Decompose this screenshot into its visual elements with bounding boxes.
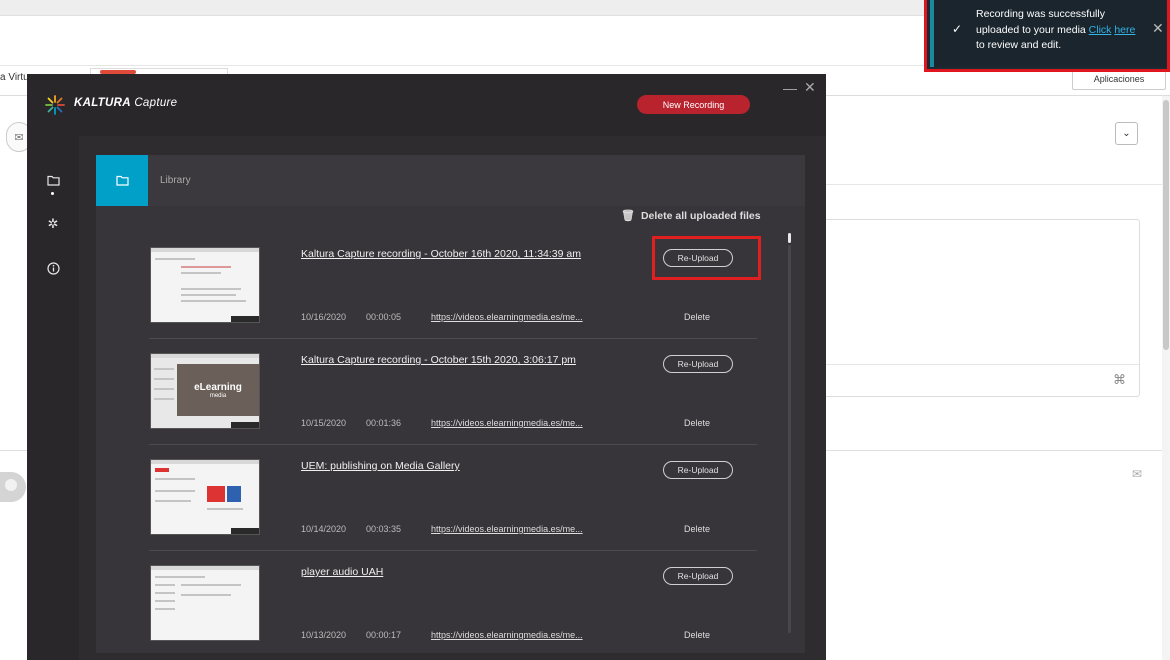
mail-icon[interactable]: ✉ [1132,467,1142,481]
info-icon[interactable] [45,260,61,276]
window-titlebar: KALTURA Capture New Recording — ✕ [27,74,826,136]
recording-duration: 00:03:35 [366,524,402,534]
close-icon[interactable]: ✕ [804,79,816,96]
brand-name: KALTURA [74,97,131,109]
list-scrollbar-thumb[interactable] [788,233,791,243]
library-panel: Library 🗑︎ Delete all uploaded files Kal… [96,155,805,653]
delete-all-label: Delete all uploaded files [640,209,761,222]
toast-text-before: Recording was successfully uploaded to y… [976,8,1105,36]
recording-url[interactable]: https://videos.elearningmedia.es/me... [431,418,583,428]
delete-button[interactable]: Delete [684,312,710,322]
recording-date: 10/15/2020 [301,418,347,428]
recording-duration: 00:00:05 [366,312,402,322]
toast-message: Recording was successfully uploaded to y… [976,7,1136,54]
main-content: Library 🗑︎ Delete all uploaded files Kal… [79,136,826,660]
trash-icon: 🗑︎ [621,210,635,222]
kaltura-logo-icon [45,95,65,115]
text-editor-box[interactable] [826,219,1140,397]
recording-title[interactable]: Kaltura Capture recording - October 15th… [301,354,576,366]
divider [826,364,1139,365]
check-icon: ✓ [952,22,963,36]
reupload-button[interactable]: Re-Upload [663,355,733,373]
avatar-head [5,479,17,491]
thumb-sub: media [209,392,227,399]
recording-title[interactable]: Kaltura Capture recording - October 16th… [301,248,581,260]
divider [826,184,1170,185]
page-scrollbar-thumb[interactable] [1163,100,1169,350]
library-tab[interactable] [96,155,148,206]
recording-url[interactable]: https://videos.elearningmedia.es/me... [431,524,583,534]
library-header: Library [96,155,805,206]
toast-text-after: to review and edit. [976,39,1062,51]
reupload-button[interactable]: Re-Upload [663,461,733,479]
recording-url[interactable]: https://videos.elearningmedia.es/me... [431,630,583,640]
recording-title[interactable]: UEM: publishing on Media Gallery [301,460,460,472]
recording-thumbnail[interactable] [150,247,260,323]
brand-sub: Capture [134,97,178,109]
recording-url[interactable]: https://videos.elearningmedia.es/me... [431,312,583,322]
minimize-icon[interactable]: — [783,80,797,96]
recording-duration: 00:01:36 [366,418,402,428]
puzzle-icon[interactable]: ⌘ [1113,372,1126,388]
close-icon[interactable]: ✕ [1152,20,1164,37]
toast-body: ✓ Recording was successfully uploaded to… [930,0,1166,67]
recording-duration: 00:00:17 [366,630,402,640]
list-item: player audio UAH Re-Upload 10/13/2020 00… [149,551,757,651]
upload-success-toast: ✓ Recording was successfully uploaded to… [924,0,1170,72]
recording-list: Kaltura Capture recording - October 16th… [149,233,759,651]
recording-thumbnail[interactable] [150,565,260,641]
recording-date: 10/14/2020 [301,524,347,534]
delete-button[interactable]: Delete [684,524,710,534]
list-scrollbar-track[interactable] [788,245,791,633]
thumb-text: eLearning [194,381,242,393]
recording-thumbnail[interactable] [150,459,260,535]
new-recording-button[interactable]: New Recording [637,95,750,114]
reupload-button[interactable]: Re-Upload [663,249,733,267]
delete-all-button[interactable]: 🗑︎ Delete all uploaded files [621,209,761,223]
library-label: Library [160,175,191,186]
list-item: eLearning media Kaltura Capture recordin… [149,339,757,445]
chevron-down-icon[interactable]: ⌄ [1115,122,1138,145]
delete-button[interactable]: Delete [684,630,710,640]
recording-date: 10/13/2020 [301,630,347,640]
app-brand: KALTURA Capture [74,97,177,109]
app-sidebar: ✲ [27,136,79,660]
kaltura-capture-window: KALTURA Capture New Recording — ✕ ✲ Libr… [27,74,826,660]
active-indicator [51,192,54,195]
recording-date: 10/16/2020 [301,312,347,322]
gear-icon[interactable]: ✲ [45,216,61,232]
elearning-logo: eLearning media [177,364,259,416]
reupload-button[interactable]: Re-Upload [663,567,733,585]
delete-button[interactable]: Delete [684,418,710,428]
folder-icon [115,175,129,186]
recording-title[interactable]: player audio UAH [301,566,383,578]
folder-icon[interactable] [45,172,61,188]
toast-review-link-2[interactable]: here [1114,24,1135,36]
toast-review-link[interactable]: Click [1089,24,1112,36]
list-item: Kaltura Capture recording - October 16th… [149,233,757,339]
list-item: UEM: publishing on Media Gallery Re-Uplo… [149,445,757,551]
recording-thumbnail[interactable]: eLearning media [150,353,260,429]
site-tab-label[interactable]: a Virtu [0,72,29,83]
